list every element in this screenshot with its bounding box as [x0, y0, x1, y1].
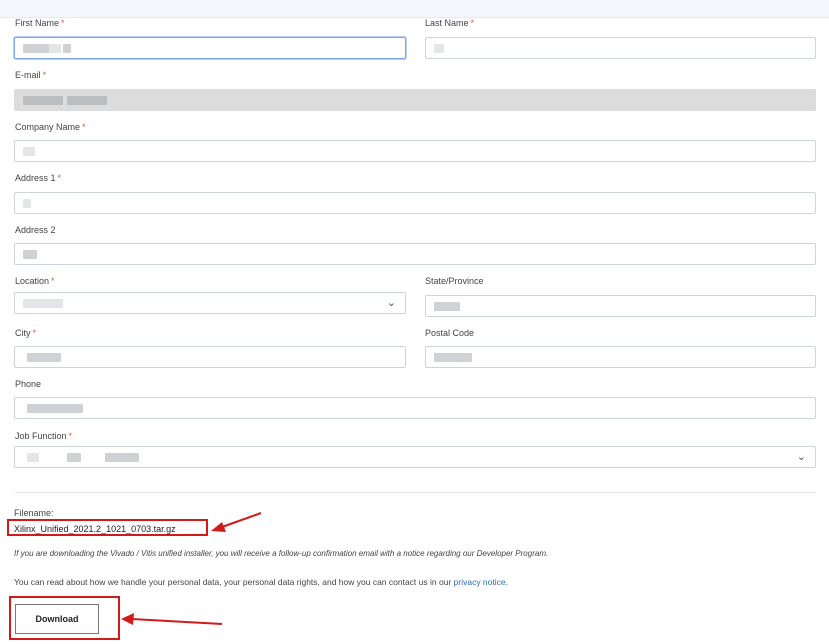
red-arrow-icon	[121, 512, 262, 625]
installer-note: If you are downloading the Vivado / Viti…	[14, 549, 549, 558]
download-button[interactable]: Download	[15, 604, 99, 634]
privacy-text: You can read about how we handle your pe…	[14, 577, 508, 587]
privacy-notice-link[interactable]: privacy notice	[454, 577, 506, 587]
